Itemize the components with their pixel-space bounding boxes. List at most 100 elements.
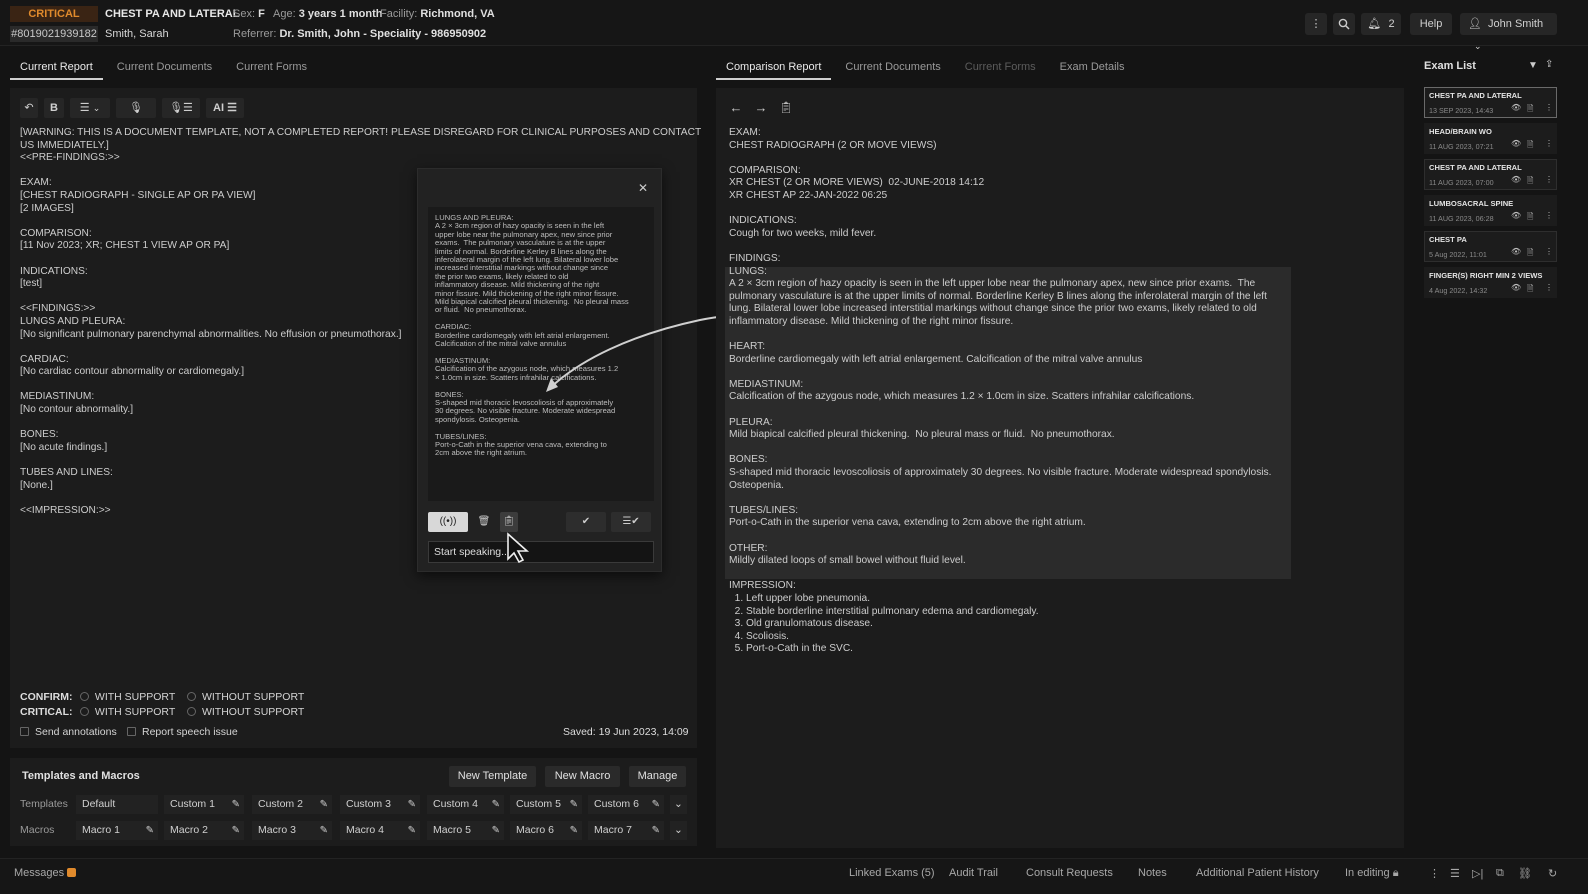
eye-icon[interactable]: 👁︎ [1511, 283, 1521, 292]
template-cell-3[interactable]: Custom 2 ✎ [252, 795, 332, 814]
template-cell-more-dropdown[interactable]: ⌄ [670, 795, 687, 814]
macro-cell-7[interactable]: Macro 7 ✎ [588, 821, 664, 840]
ai-button[interactable]: AI ☰ [206, 98, 244, 118]
insert-list-button[interactable]: ☰✔ [611, 512, 651, 532]
help-button[interactable]: Help [1410, 13, 1452, 35]
audit-trail-link[interactable]: Audit Trail [949, 867, 998, 879]
accession-number[interactable]: #8019021939182 [10, 26, 98, 42]
new-template-button[interactable]: New Template [449, 766, 536, 787]
messages-link[interactable]: Messages [14, 867, 77, 879]
more-menu-button[interactable]: ⋮ [1305, 13, 1327, 35]
tab-current-report[interactable]: Current Report [10, 60, 103, 80]
exam-list-item[interactable]: CHEST PA 5 Aug 2022, 11:01 👁︎ 🗎 ⋮ [1424, 231, 1557, 262]
edit-pencil-icon[interactable]: ✎ [570, 821, 578, 840]
close-icon[interactable]: ✕ [638, 181, 648, 195]
bold-button[interactable]: B [44, 98, 64, 118]
document-icon[interactable]: 🗎 [1527, 103, 1533, 117]
edit-pencil-icon[interactable]: ✎ [232, 795, 240, 814]
document-icon[interactable]: 🗎 [1527, 175, 1533, 189]
mute-mic-button[interactable]: 🎙︎ [116, 98, 156, 118]
edit-pencil-icon[interactable]: ✎ [492, 821, 500, 840]
new-macro-button[interactable]: New Macro [545, 766, 620, 787]
edit-pencil-icon[interactable]: ✎ [232, 821, 240, 840]
macro-cell-more-dropdown[interactable]: ⌄ [670, 821, 687, 840]
confirm-without-support-radio[interactable]: WITHOUT SUPPORT [186, 691, 304, 703]
user-menu[interactable]: 👤︎ John Smith ⌄ [1460, 13, 1557, 51]
speech-input[interactable]: Start speaking... [428, 541, 654, 563]
tab-current-documents[interactable]: Current Documents [107, 60, 222, 80]
document-icon[interactable]: 🗎 [1527, 211, 1533, 225]
more-vertical-icon[interactable]: ⋮ [1545, 139, 1553, 148]
macro-cell-1[interactable]: Macro 1 ✎ [76, 821, 158, 840]
search-button[interactable] [1333, 13, 1355, 35]
send-annotations-checkbox[interactable]: Send annotations [20, 726, 117, 738]
voice-record-button[interactable]: ((•)) [428, 512, 468, 532]
more-vertical-icon[interactable]: ⋮ [1545, 211, 1553, 220]
dictate-list-button[interactable]: 🎙︎☰ [162, 98, 200, 118]
exam-list-item[interactable]: HEAD/BRAIN WO 11 AUG 2023, 07:21 👁︎ 🗎 ⋮ [1424, 123, 1557, 154]
macro-cell-3[interactable]: Macro 3 ✎ [252, 821, 332, 840]
copy-report-button[interactable]: 📋︎ [777, 98, 795, 118]
list-dropdown[interactable]: ☰ ⌄ [70, 98, 110, 118]
notifications-button[interactable]: 🔔︎ 2 [1361, 13, 1401, 35]
macro-cell-6[interactable]: Macro 6 ✎ [510, 821, 582, 840]
macro-cell-2[interactable]: Macro 2 ✎ [164, 821, 244, 840]
filter-icon[interactable]: ▼ [1528, 60, 1538, 71]
template-cell-2[interactable]: Custom 1 ✎ [164, 795, 244, 814]
template-cell-4[interactable]: Custom 3 ✎ [340, 795, 420, 814]
forward-button[interactable]: → [752, 98, 770, 118]
edit-pencil-icon[interactable]: ✎ [570, 795, 578, 814]
document-icon[interactable]: 🗎 [1527, 247, 1533, 261]
exam-list-item[interactable]: LUMBOSACRAL SPINE 11 AUG 2023, 06:28 👁︎ 🗎 ⋮ [1424, 195, 1557, 226]
edit-pencil-icon[interactable]: ✎ [408, 795, 416, 814]
tab-current-forms[interactable]: Current Forms [226, 60, 317, 80]
tab-comparison-report[interactable]: Comparison Report [716, 60, 832, 80]
report-speech-issue-checkbox[interactable]: Report speech issue [127, 726, 238, 738]
template-cell-5[interactable]: Custom 4 ✎ [427, 795, 504, 814]
eye-icon[interactable]: 👁︎ [1511, 139, 1521, 148]
notes-link[interactable]: Notes [1138, 867, 1167, 879]
skip-icon[interactable]: ▷| [1472, 867, 1483, 880]
template-cell-6[interactable]: Custom 5 ✎ [510, 795, 582, 814]
refresh-icon[interactable]: ↻ [1548, 867, 1557, 880]
edit-pencil-icon[interactable]: ✎ [146, 821, 154, 840]
macro-cell-4[interactable]: Macro 4 ✎ [340, 821, 420, 840]
copy-button[interactable]: 📋︎ [500, 512, 518, 532]
template-cell-7[interactable]: Custom 6 ✎ [588, 795, 664, 814]
macro-cell-5[interactable]: Macro 5 ✎ [427, 821, 504, 840]
more-vertical-icon[interactable]: ⋮ [1545, 103, 1553, 112]
eye-icon[interactable]: 👁︎ [1511, 175, 1521, 184]
document-icon[interactable]: 🗎 [1527, 283, 1533, 297]
exam-list-item[interactable]: CHEST PA AND LATERAL 11 AUG 2023, 07:00 👁︎… [1424, 159, 1557, 190]
more-vertical-icon[interactable]: ⋮ [1545, 247, 1553, 256]
accept-button[interactable]: ✔ [566, 512, 606, 532]
edit-pencil-icon[interactable]: ✎ [492, 795, 500, 814]
eye-icon[interactable]: 👁︎ [1511, 103, 1521, 112]
edit-pencil-icon[interactable]: ✎ [652, 821, 660, 840]
link-icon[interactable]: ⛓︎ [1518, 867, 1532, 880]
manage-button[interactable]: Manage [629, 766, 686, 787]
eye-icon[interactable]: 👁︎ [1511, 211, 1521, 220]
consult-requests-link[interactable]: Consult Requests [1026, 867, 1113, 879]
share-icon[interactable]: ⧉ [1496, 867, 1504, 880]
confirm-with-support-radio[interactable]: WITH SUPPORT [79, 691, 175, 703]
comparison-report-text[interactable]: EXAM: CHEST RADIOGRAPH (2 OR MOVE VIEWS)… [729, 127, 1271, 656]
edit-pencil-icon[interactable]: ✎ [320, 795, 328, 814]
back-button[interactable]: ← [727, 98, 745, 118]
critical-without-support-radio[interactable]: WITHOUT SUPPORT [186, 706, 304, 718]
critical-with-support-radio[interactable]: WITH SUPPORT [79, 706, 175, 718]
additional-history-link[interactable]: Additional Patient History [1196, 867, 1319, 879]
delete-button[interactable]: 🗑︎ [476, 512, 492, 532]
edit-pencil-icon[interactable]: ✎ [652, 795, 660, 814]
footer-more-icon[interactable]: ⋮ [1429, 867, 1440, 880]
exam-list-item[interactable]: CHEST PA AND LATERAL 13 SEP 2023, 14:43 👁︎… [1424, 87, 1557, 118]
checklist-icon[interactable]: ☰ [1450, 867, 1460, 880]
tab-exam-details[interactable]: Exam Details [1050, 60, 1135, 80]
document-icon[interactable]: 🗎 [1527, 139, 1533, 153]
edit-pencil-icon[interactable]: ✎ [408, 821, 416, 840]
undo-button[interactable]: ↶ [20, 98, 38, 118]
more-vertical-icon[interactable]: ⋮ [1545, 175, 1553, 184]
upload-icon[interactable]: ⇪ [1545, 59, 1553, 70]
edit-pencil-icon[interactable]: ✎ [320, 821, 328, 840]
linked-exams-link[interactable]: Linked Exams (5) [849, 867, 935, 879]
